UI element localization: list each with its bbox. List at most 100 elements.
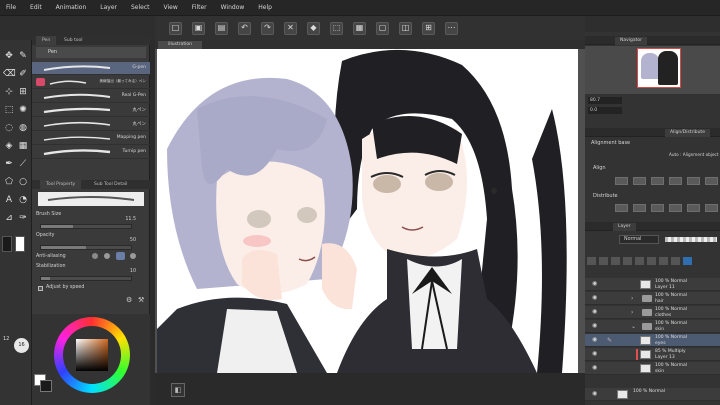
correct-line-tool-icon[interactable]: ✑ [17,212,29,224]
align-middle-button[interactable] [687,177,700,185]
lasso-tool-icon[interactable]: ◌ [3,122,15,134]
line-tool-icon[interactable]: ⟋ [17,158,29,170]
grid-tool-icon[interactable]: ⊞ [17,86,29,98]
navigator-thumbnail[interactable] [637,48,681,88]
sub-color-swatch[interactable] [15,236,25,252]
hue-ring[interactable] [54,317,130,393]
anti-aliasing-none[interactable] [92,253,98,259]
brush-tool-icon[interactable]: ✐ [17,68,29,80]
visibility-eye-icon[interactable]: ◉ [592,337,598,343]
menu-filter[interactable]: Filter [192,4,207,11]
menu-edit[interactable]: Edit [30,4,42,11]
visibility-eye-icon[interactable]: ◉ [592,391,598,397]
align-bottom-button[interactable] [705,177,718,185]
brush-size-slider[interactable] [40,224,132,229]
anti-aliasing-selector[interactable] [90,251,144,261]
new-canvas-icon[interactable]: □ [169,21,182,35]
distribute-middle-button[interactable] [687,204,700,212]
clip-layer-icon[interactable] [623,257,632,265]
brush-item-real-g-pen[interactable]: Real G-Pen [32,90,150,103]
brush-item-mapping-pen[interactable]: Mapping pen [32,132,150,145]
blend-tool-icon[interactable]: ◍ [17,122,29,134]
open-icon[interactable]: ▣ [192,21,205,35]
layer-row[interactable]: ◉ 85 % Multiply Layer 13 [585,348,720,361]
lock-layer-icon[interactable] [647,257,656,265]
brush-item-turnip-pen[interactable]: Turnip pen [32,146,150,159]
balloon-tool-icon[interactable]: ◔ [17,194,29,206]
text-tool-icon[interactable]: A [3,194,15,206]
distribute-top-button[interactable] [669,204,682,212]
layer-row[interactable]: ◉ › 100 % Normal clothes [585,306,720,319]
invert-selection-icon[interactable]: ◫ [399,21,412,35]
anti-aliasing-medium[interactable] [116,252,125,260]
new-raster-layer-icon[interactable] [587,257,596,265]
wrench-icon[interactable]: ⚒ [138,296,144,304]
ruler-icon[interactable]: ⋯ [445,21,458,35]
distribute-right-button[interactable] [651,204,664,212]
visibility-eye-icon[interactable]: ◉ [592,309,598,315]
deselect-icon[interactable]: ▢ [376,21,389,35]
align-right-button[interactable] [651,177,664,185]
visibility-eye-icon[interactable]: ◉ [592,295,598,301]
tab-align-distribute[interactable]: Align/Distribute [665,129,710,137]
figure-tool-icon[interactable]: ⬠ [3,176,15,188]
tab-sub-tool-detail[interactable]: Sub Tool Detail [88,180,134,189]
settings-icon[interactable]: ⚙ [126,296,132,304]
menu-layer[interactable]: Layer [100,4,117,11]
move-tool-icon[interactable]: ✥ [3,50,15,62]
adjust-by-speed-checkbox[interactable] [38,286,43,291]
select-all-icon[interactable]: ▦ [353,21,366,35]
transform-icon[interactable]: ⬚ [330,21,343,35]
eraser-tool-icon[interactable]: ⌫ [3,68,16,80]
align-center-button[interactable] [633,177,646,185]
menu-view[interactable]: View [164,4,178,11]
redo-icon[interactable]: ↷ [261,21,274,35]
canvas-tab[interactable]: illustration [158,41,202,49]
transform-tool-icon[interactable]: ⊹ [3,86,15,98]
tab-sub-tool[interactable]: Sub tool [58,36,89,45]
expand-chevron-icon[interactable]: › [631,295,633,302]
canvas-menu-icon[interactable]: ◧ [171,383,185,397]
layer-row[interactable]: ◉ ⌄ 100 % Normal skin [585,320,720,333]
layer-row[interactable]: ◉ › 100 % Normal hair [585,292,720,305]
tab-tool-property[interactable]: Tool Property [40,180,82,189]
main-color-swatch[interactable] [2,236,12,252]
angle-value[interactable]: 0.0 [588,107,622,114]
align-left-button[interactable] [615,177,628,185]
illustration-artwork[interactable] [157,49,578,373]
distribute-center-button[interactable] [633,204,646,212]
zoom-value[interactable]: 80.7 [588,97,622,104]
menu-window[interactable]: Window [221,4,245,11]
expand-chevron-icon[interactable]: › [631,309,633,316]
layer-row[interactable]: ◉ 100 % Normal skin [585,362,720,375]
layer-row-selected[interactable]: ◉ ✎ 100 % Normal eyes [585,334,720,347]
brush-size-preset-small[interactable]: 12 [3,336,9,342]
layer-row[interactable]: ◉ 100 % Normal [585,388,720,401]
ruler-tool-icon[interactable]: ⊿ [3,212,15,224]
collapse-chevron-icon[interactable]: ⌄ [631,323,636,330]
visibility-eye-icon[interactable]: ◉ [592,351,598,357]
alignment-base-value[interactable]: Auto : Alignment object [669,152,719,157]
distribute-bottom-button[interactable] [705,204,718,212]
anti-aliasing-strong[interactable] [130,253,136,259]
visibility-eye-icon[interactable]: ◉ [592,323,598,329]
tab-navigator[interactable]: Navigator [615,37,648,45]
layer-color-icon[interactable] [683,257,692,265]
mask-layer-icon[interactable] [659,257,668,265]
blend-mode-select[interactable]: Normal [619,235,659,244]
menu-help[interactable]: Help [258,4,272,11]
stabilization-slider[interactable] [40,276,132,281]
align-top-button[interactable] [669,177,682,185]
brush-item-2[interactable]: 美線抽出（最ってみる）ペン [32,76,150,89]
gradient-tool-icon[interactable]: ▦ [17,140,29,152]
layer-opacity-slider[interactable] [665,237,717,242]
delete-layer-icon[interactable] [671,257,680,265]
sub-tool-group-header[interactable]: Pen [36,47,146,58]
pen-tool-icon[interactable]: ✎ [17,50,29,62]
tab-pen[interactable]: Pen [36,36,57,45]
tab-layer[interactable]: Layer [613,223,636,231]
menu-animation[interactable]: Animation [56,4,87,11]
undo-icon[interactable]: ↶ [238,21,251,35]
eyedropper-tool-icon[interactable]: ✒ [3,158,15,170]
brush-size-preset-large[interactable]: 16 [14,338,29,353]
